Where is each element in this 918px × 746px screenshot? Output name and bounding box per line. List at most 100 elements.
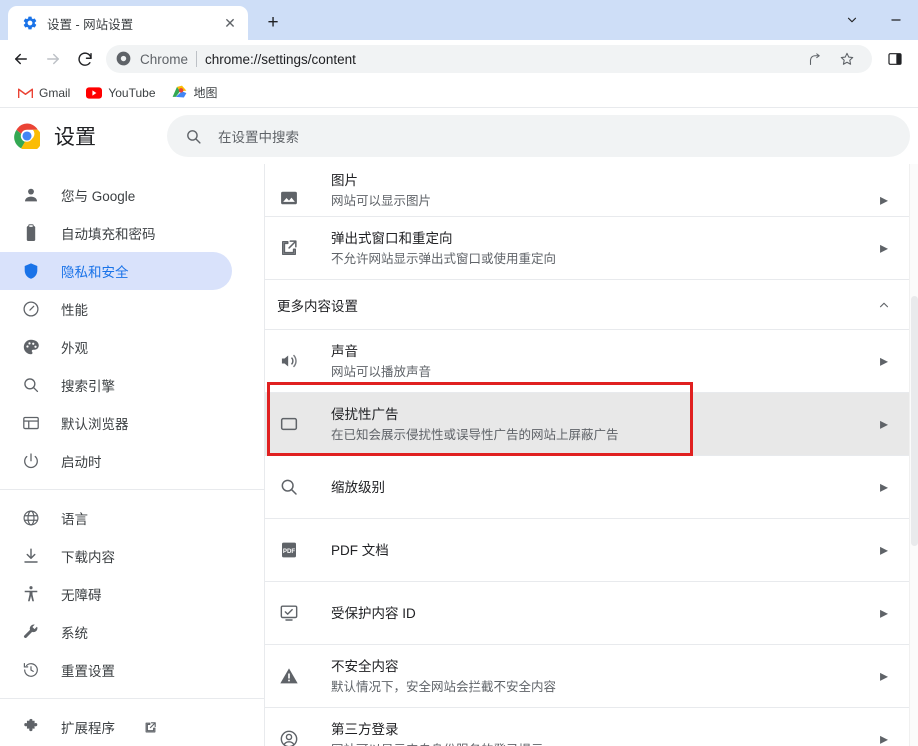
setting-row-subtitle: 不允许网站显示弹出式窗口或使用重定向	[331, 251, 557, 266]
setting-row-zoom-levels[interactable]: 缩放级别 ▸	[265, 456, 909, 519]
minimize-button[interactable]	[874, 3, 918, 37]
youtube-icon	[86, 85, 103, 101]
setting-row-text: PDF 文档	[331, 541, 875, 560]
ads-icon	[277, 412, 301, 436]
search-icon	[21, 375, 41, 395]
pdf-icon: PDF	[277, 538, 301, 562]
tab-search-button[interactable]	[830, 3, 874, 37]
setting-row-sound[interactable]: 声音 网站可以播放声音 ▸	[265, 330, 909, 393]
setting-row-subtitle: 在已知会展示侵扰性或误导性广告的网站上屏蔽广告	[331, 427, 619, 442]
setting-row-title: 不安全内容	[331, 658, 399, 674]
bookmark-gmail[interactable]: Gmail	[10, 82, 77, 104]
settings-search-box[interactable]: 在设置中搜索	[167, 115, 910, 157]
puzzle-icon	[21, 717, 41, 737]
sidebar-item-default-browser[interactable]: 默认浏览器	[0, 404, 232, 442]
chevron-right-icon: ▸	[879, 416, 889, 433]
content-scrollbar[interactable]	[909, 164, 918, 746]
sidebar-item-performance[interactable]: 性能	[0, 290, 232, 328]
section-header-more-content-settings[interactable]: 更多内容设置	[265, 280, 909, 330]
setting-row-protected-content-id[interactable]: 受保护内容 ID ▸	[265, 582, 909, 645]
sidebar-divider-2	[0, 698, 264, 699]
search-input[interactable]: 在设置中搜索	[218, 126, 299, 146]
omnibox-actions	[800, 44, 862, 74]
setting-row-subtitle: 网站可以显示来自身份服务的登录提示	[331, 741, 875, 746]
back-icon[interactable]	[6, 44, 36, 74]
sidebar-item-accessibility[interactable]: 无障碍	[0, 575, 232, 613]
bookmark-star-icon[interactable]	[832, 44, 862, 74]
sidebar-item-reset-settings[interactable]: 重置设置	[0, 651, 232, 689]
power-icon	[21, 451, 41, 471]
sidebar-item-on-startup[interactable]: 启动时	[0, 442, 232, 480]
share-icon[interactable]	[800, 44, 830, 74]
setting-row-text: 缩放级别	[331, 478, 875, 497]
setting-row-third-party-signin[interactable]: 第三方登录 网站可以显示来自身份服务的登录提示 ▸	[265, 708, 909, 746]
bookmark-maps[interactable]: 地图	[165, 81, 225, 104]
browser-tab-active[interactable]: 设置 - 网站设置 ✕	[8, 6, 248, 40]
sidebar-item-extensions[interactable]: 扩展程序	[0, 708, 232, 746]
sidebar-item-label: 搜索引擎	[61, 379, 115, 394]
setting-row-text: 第三方登录 网站可以显示来自身份服务的登录提示	[331, 720, 875, 746]
bookmark-label: Gmail	[39, 85, 71, 100]
settings-body: 您与 Google 自动填充和密码 隐私和安全 性能 外观 搜索引擎 默认浏览器…	[0, 164, 918, 746]
search-icon	[185, 128, 202, 145]
omnibox-url: chrome://settings/content	[205, 51, 356, 67]
wrench-icon	[21, 622, 41, 642]
sound-icon	[277, 349, 301, 373]
page-title: 设置	[54, 126, 96, 149]
external-link-icon	[143, 720, 158, 735]
sidebar-item-downloads[interactable]: 下载内容	[0, 537, 232, 575]
setting-row-images[interactable]: 图片 网站可以显示图片 ▸	[265, 164, 909, 217]
setting-row-subtitle: 网站可以播放声音	[331, 364, 432, 379]
reload-icon[interactable]	[70, 44, 100, 74]
sidebar-item-label: 系统	[61, 626, 88, 641]
bookmark-label: 地图	[193, 86, 218, 100]
settings-content: 图片 网站可以显示图片 ▸ 弹出式窗口和重定向 不允许网站显示弹出式窗口或使用重…	[265, 164, 918, 746]
history-restore-icon	[21, 660, 41, 680]
chevron-right-icon: ▸	[879, 668, 889, 685]
setting-row-title: 图片	[331, 173, 358, 188]
chevron-right-icon: ▸	[879, 542, 889, 559]
sidebar-item-label: 重置设置	[61, 664, 115, 679]
sidebar-item-languages[interactable]: 语言	[0, 499, 232, 537]
sidebar-item-label: 默认浏览器	[61, 417, 129, 432]
sidebar-item-label: 外观	[61, 341, 88, 356]
bookmark-youtube[interactable]: YouTube	[79, 82, 162, 104]
address-bar[interactable]: Chrome chrome://settings/content	[106, 45, 872, 73]
omnibox-scheme-label: Chrome	[140, 51, 189, 67]
setting-row-insecure-content[interactable]: 不安全内容 默认情况下，安全网站会拦截不安全内容 ▸	[265, 645, 909, 708]
close-icon[interactable]: ✕	[220, 13, 240, 33]
new-tab-button[interactable]: +	[258, 7, 288, 37]
chevron-right-icon: ▸	[879, 479, 889, 496]
sidebar-item-search-engine[interactable]: 搜索引擎	[0, 366, 232, 404]
sidebar-item-label: 自动填充和密码	[61, 227, 156, 242]
sidebar-item-you-and-google[interactable]: 您与 Google	[0, 176, 232, 214]
tab-title: 设置 - 网站设置	[47, 17, 134, 32]
palette-icon	[21, 337, 41, 357]
person-icon	[21, 185, 41, 205]
svg-text:PDF: PDF	[283, 548, 296, 555]
sidebar-item-privacy-security[interactable]: 隐私和安全	[0, 252, 232, 290]
sidebar-item-autofill[interactable]: 自动填充和密码	[0, 214, 232, 252]
scrollbar-thumb[interactable]	[911, 296, 918, 546]
section-title: 更多内容设置	[277, 298, 358, 314]
settings-sidebar: 您与 Google 自动填充和密码 隐私和安全 性能 外观 搜索引擎 默认浏览器…	[0, 164, 265, 746]
sidebar-item-system[interactable]: 系统	[0, 613, 232, 651]
setting-row-intrusive-ads[interactable]: 侵扰性广告 在已知会展示侵扰性或误导性广告的网站上屏蔽广告 ▸	[265, 393, 909, 456]
bookmark-label: YouTube	[108, 85, 156, 100]
sidebar-item-appearance[interactable]: 外观	[0, 328, 232, 366]
sidebar-item-label: 性能	[61, 303, 88, 318]
chrome-logo	[14, 123, 42, 152]
globe-icon	[21, 508, 41, 528]
chrome-icon	[116, 51, 132, 67]
setting-row-text: 侵扰性广告 在已知会展示侵扰性或误导性广告的网站上屏蔽广告	[331, 405, 875, 444]
bookmarks-bar: Gmail YouTube 地图	[0, 78, 918, 108]
window-controls	[830, 0, 918, 40]
side-panel-icon[interactable]	[880, 44, 910, 74]
tab-strip: 设置 - 网站设置 ✕ +	[0, 0, 918, 40]
setting-row-pdf-documents[interactable]: PDF PDF 文档 ▸	[265, 519, 909, 582]
sidebar-item-label: 隐私和安全	[61, 265, 129, 280]
setting-row-popups-redirects[interactable]: 弹出式窗口和重定向 不允许网站显示弹出式窗口或使用重定向 ▸	[265, 217, 909, 280]
zoom-icon	[277, 475, 301, 499]
chevron-up-icon[interactable]	[875, 298, 893, 312]
accessibility-icon	[21, 584, 41, 604]
